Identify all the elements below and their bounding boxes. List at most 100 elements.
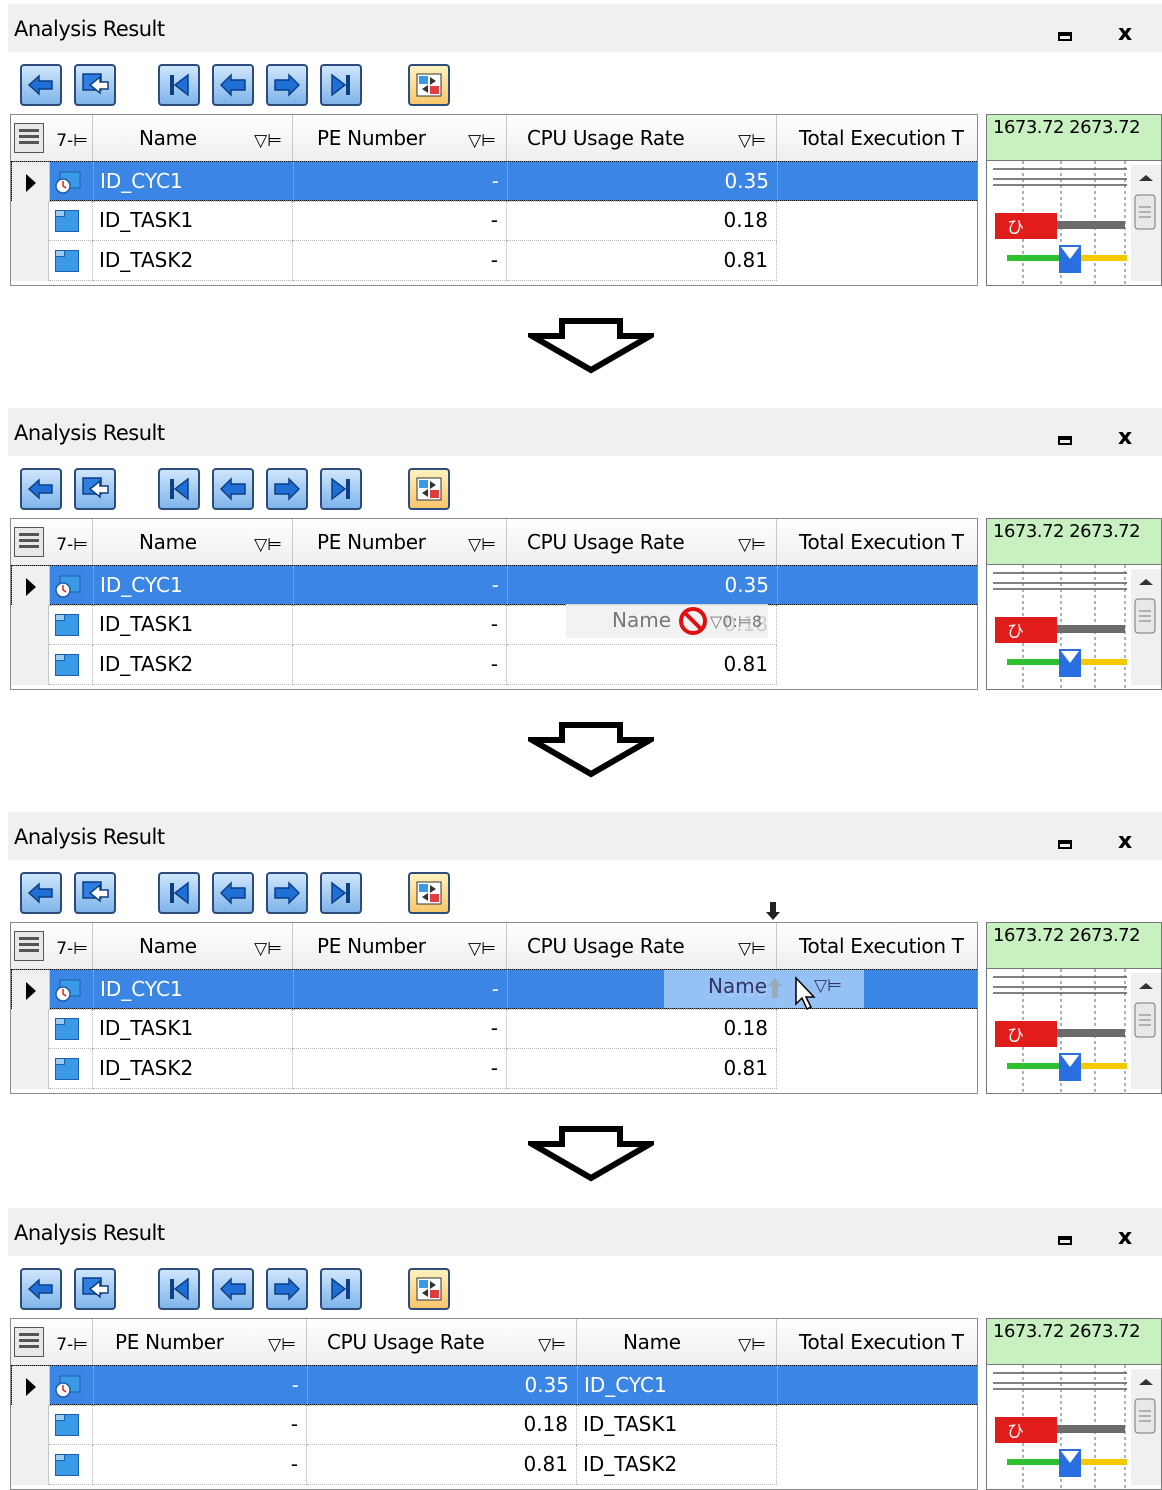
table-row[interactable]: -0.81 ID_TASK2 <box>11 1445 977 1485</box>
close-icon[interactable]: x <box>1118 1225 1132 1250</box>
column-header-total[interactable]: Total Execution T <box>777 115 977 161</box>
filter-pin-icon[interactable]: ▽⊨ <box>254 939 282 959</box>
last-button[interactable] <box>320 468 362 510</box>
row-header[interactable] <box>11 1049 49 1089</box>
row-header[interactable] <box>11 1405 49 1445</box>
row-header[interactable] <box>11 645 49 685</box>
history-back-button[interactable] <box>20 1268 62 1310</box>
timeline-chart[interactable]: 1673.72 2673.72 ひ <box>986 922 1162 1094</box>
filter-pin-icon[interactable]: ▽⊨ <box>738 535 766 555</box>
column-header-cpu[interactable]: CPU Usage Rate ▽⊨ <box>507 519 777 565</box>
filter-pin-icon[interactable]: ▽⊨ <box>738 939 766 959</box>
last-button[interactable] <box>320 1268 362 1310</box>
row-header[interactable] <box>11 1009 49 1049</box>
previous-button[interactable] <box>212 64 254 106</box>
history-back-button[interactable] <box>20 64 62 106</box>
column-header-name[interactable]: Name ▽⊨ <box>93 519 293 565</box>
filter-pin-icon[interactable]: 7-⊨ <box>56 131 88 151</box>
filter-pin-icon[interactable]: ▽⊨ <box>254 131 282 151</box>
history-forward-button[interactable] <box>74 64 116 106</box>
timeline-chart[interactable]: 1673.72 2673.72 ひ <box>986 518 1162 690</box>
table-row[interactable]: -0.35 ID_CYC1 <box>11 1365 977 1406</box>
row-header[interactable] <box>11 241 49 281</box>
column-header-pe[interactable]: PE Number ▽⊨ <box>293 519 507 565</box>
column-header-name[interactable]: Name ▽⊨ <box>93 115 293 161</box>
column-chooser-header[interactable]: 7-⊨ <box>11 519 93 565</box>
row-header[interactable] <box>12 566 50 606</box>
column-chooser-header[interactable]: 7-⊨ <box>11 923 93 969</box>
next-button[interactable] <box>266 64 308 106</box>
multi-select-button[interactable] <box>408 1268 450 1310</box>
filter-pin-icon[interactable]: ▽⊨ <box>738 131 766 151</box>
table-row[interactable]: ID_TASK2-0.81 <box>11 241 977 281</box>
next-button[interactable] <box>266 468 308 510</box>
history-forward-button[interactable] <box>74 468 116 510</box>
close-icon[interactable]: x <box>1118 425 1132 450</box>
row-header[interactable] <box>11 201 49 241</box>
history-back-button[interactable] <box>20 872 62 914</box>
next-button[interactable] <box>266 872 308 914</box>
table-row[interactable]: ID_CYC1-0.35 <box>11 161 977 202</box>
column-header-total[interactable]: Total Execution T <box>777 923 977 969</box>
timeline-chart[interactable]: 1673.72 2673.72 ひ <box>986 114 1162 286</box>
first-button[interactable] <box>158 64 200 106</box>
multi-select-button[interactable] <box>408 468 450 510</box>
column-header-cpu[interactable]: CPU Usage Rate ▽⊨ <box>507 115 777 161</box>
table-row[interactable]: ID_CYC1-0.35 <box>11 565 977 606</box>
first-button[interactable] <box>158 468 200 510</box>
row-header[interactable] <box>11 605 49 645</box>
column-header-label: PE Number <box>317 530 426 554</box>
timeline-chart[interactable]: 1673.72 2673.72 ひ <box>986 1318 1162 1490</box>
row-header[interactable] <box>12 1366 50 1406</box>
multi-select-button[interactable] <box>408 64 450 106</box>
column-header-cpu[interactable]: CPU Usage Rate ▽⊨ <box>507 923 777 969</box>
next-button[interactable] <box>266 1268 308 1310</box>
table-row[interactable]: ID_TASK1-0.18 <box>11 201 977 241</box>
filter-pin-icon[interactable]: 7-⊨ <box>56 535 88 555</box>
first-button[interactable] <box>158 1268 200 1310</box>
row-header[interactable] <box>12 970 50 1010</box>
filter-pin-icon[interactable]: ▽⊨ <box>468 939 496 959</box>
table-row[interactable]: ID_TASK2-0.81 <box>11 645 977 685</box>
filter-pin-icon[interactable]: 7-⊨ <box>56 939 88 959</box>
table-row[interactable]: ID_TASK1-0.18 <box>11 1009 977 1049</box>
filter-pin-icon[interactable]: 7-⊨ <box>56 1335 88 1355</box>
column-header-cpu[interactable]: CPU Usage Rate ▽⊨ <box>307 1319 577 1365</box>
filter-pin-icon[interactable]: ▽⊨ <box>468 535 496 555</box>
history-forward-button[interactable] <box>74 1268 116 1310</box>
multi-select-button[interactable] <box>408 872 450 914</box>
last-button[interactable] <box>320 872 362 914</box>
minimize-icon[interactable] <box>1058 32 1072 41</box>
previous-button[interactable] <box>212 1268 254 1310</box>
filter-pin-icon[interactable]: ▽⊨ <box>468 131 496 151</box>
table-row[interactable]: ID_TASK2-0.81 <box>11 1049 977 1089</box>
last-button[interactable] <box>320 64 362 106</box>
filter-pin-icon[interactable]: ▽⊨ <box>738 1335 766 1355</box>
previous-button[interactable] <box>212 872 254 914</box>
close-icon[interactable]: x <box>1118 21 1132 46</box>
column-header-pe[interactable]: PE Number ▽⊨ <box>293 115 507 161</box>
history-back-button[interactable] <box>20 468 62 510</box>
row-header[interactable] <box>11 1445 49 1485</box>
column-chooser-header[interactable]: 7-⊨ <box>11 115 93 161</box>
filter-pin-icon[interactable]: ▽⊨ <box>254 535 282 555</box>
column-header-name[interactable]: Name ▽⊨ <box>577 1319 777 1365</box>
minimize-icon[interactable] <box>1058 436 1072 445</box>
column-header-pe[interactable]: PE Number ▽⊨ <box>293 923 507 969</box>
minimize-icon[interactable] <box>1058 1236 1072 1245</box>
history-forward-button[interactable] <box>74 872 116 914</box>
first-button[interactable] <box>158 872 200 914</box>
filter-pin-icon[interactable]: ▽⊨ <box>268 1335 296 1355</box>
table-row[interactable]: ID_TASK1-0.18 <box>11 605 977 645</box>
column-header-pe[interactable]: PE Number ▽⊨ <box>93 1319 307 1365</box>
column-chooser-header[interactable]: 7-⊨ <box>11 1319 93 1365</box>
row-header[interactable] <box>12 162 50 202</box>
column-header-total[interactable]: Total Execution T <box>777 519 977 565</box>
previous-button[interactable] <box>212 468 254 510</box>
minimize-icon[interactable] <box>1058 840 1072 849</box>
column-header-total[interactable]: Total Execution T <box>777 1319 977 1365</box>
filter-pin-icon[interactable]: ▽⊨ <box>538 1335 566 1355</box>
column-header-name[interactable]: Name ▽⊨ <box>93 923 293 969</box>
close-icon[interactable]: x <box>1118 829 1132 854</box>
table-row[interactable]: -0.18 ID_TASK1 <box>11 1405 977 1445</box>
